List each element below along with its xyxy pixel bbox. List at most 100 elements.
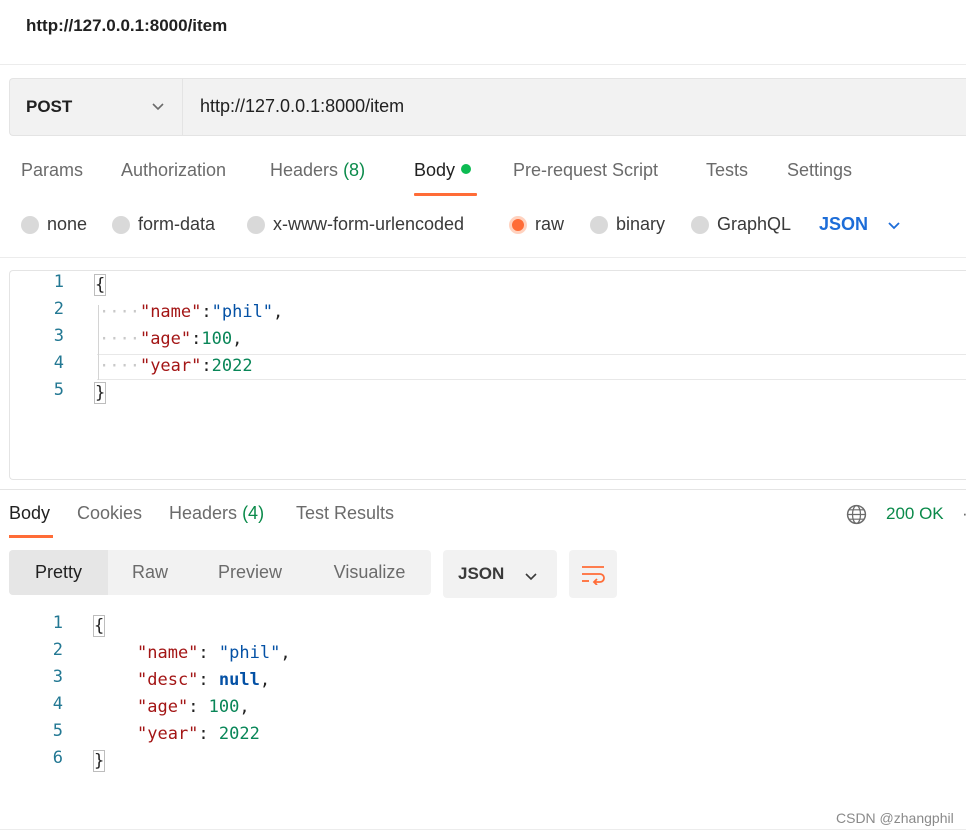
code-line: } xyxy=(92,748,106,775)
active-tab-indicator xyxy=(9,535,53,538)
divider xyxy=(0,64,966,65)
radio-graphql-label: GraphQL xyxy=(717,214,792,234)
line-number: 4 xyxy=(52,694,63,714)
radio-dot xyxy=(590,215,608,234)
url-bar: POST http://127.0.0.1:8000/item xyxy=(9,78,966,136)
radio-raw-label: raw xyxy=(535,214,565,234)
resp-tab-cookies[interactable]: Cookies xyxy=(77,503,142,524)
resp-tab-headers-label: Headers xyxy=(169,503,238,523)
tab-tests[interactable]: Tests xyxy=(706,160,748,181)
json-key: "age" xyxy=(137,697,189,717)
radio-urlencoded[interactable]: x-www-form-urlencoded xyxy=(247,214,464,235)
radio-dot xyxy=(691,215,709,234)
tab-params[interactable]: Params xyxy=(21,160,83,181)
method-select[interactable]: POST xyxy=(10,79,183,135)
json-value: 100 xyxy=(208,697,240,717)
radio-none[interactable]: none xyxy=(21,214,87,235)
code-line: "age": 100, xyxy=(137,697,250,717)
line-number: 5 xyxy=(53,380,64,400)
status-code[interactable]: 200 OK xyxy=(886,504,944,524)
radio-dot-selected xyxy=(509,215,527,234)
divider xyxy=(0,829,966,830)
tab-headers-label: Headers xyxy=(270,160,339,180)
response-format-select[interactable]: JSON xyxy=(443,550,557,598)
json-key: "year" xyxy=(137,724,199,744)
watermark: CSDN @zhangphil xyxy=(836,810,954,826)
code-line: "name": "phil", xyxy=(137,643,291,663)
code-line: { xyxy=(93,272,107,299)
resp-tab-headers[interactable]: Headers (4) xyxy=(169,503,264,524)
active-tab-indicator xyxy=(414,193,477,196)
line-number: 5 xyxy=(52,721,63,741)
radio-graphql[interactable]: GraphQL xyxy=(691,214,791,235)
chevron-down-icon xyxy=(888,221,900,229)
json-value: 100 xyxy=(201,329,233,349)
json-key: "age" xyxy=(139,329,192,349)
divider xyxy=(0,257,966,258)
radio-dot xyxy=(247,215,265,234)
view-visualize[interactable]: Visualize xyxy=(308,550,431,595)
line-number: 3 xyxy=(52,667,63,687)
line-number: 3 xyxy=(53,326,64,346)
globe-icon[interactable] xyxy=(846,504,867,525)
raw-format-label: JSON xyxy=(819,214,869,234)
tab-body[interactable]: Body xyxy=(414,160,472,181)
code-line: ····"year":2022 xyxy=(99,356,253,376)
close-brace: } xyxy=(93,382,107,404)
line-number: 4 xyxy=(53,353,64,373)
open-brace: { xyxy=(93,274,107,296)
open-brace: { xyxy=(92,615,106,637)
radio-none-label: none xyxy=(47,214,88,234)
code-line: { xyxy=(92,613,106,640)
json-key: "year" xyxy=(139,356,202,376)
view-pretty[interactable]: Pretty xyxy=(9,550,108,595)
line-number: 6 xyxy=(52,748,63,768)
view-raw[interactable]: Raw xyxy=(108,550,192,595)
radio-dot xyxy=(112,215,130,234)
line-number: 1 xyxy=(53,272,64,292)
method-label: POST xyxy=(26,97,73,116)
response-format-label: JSON xyxy=(458,564,505,583)
json-value: "phil" xyxy=(218,643,281,663)
tab-headers[interactable]: Headers (8) xyxy=(270,160,365,181)
radio-raw[interactable]: raw xyxy=(509,214,564,235)
resp-tab-headers-count: (4) xyxy=(242,503,265,523)
wrap-lines-button[interactable] xyxy=(569,550,617,598)
json-key: "name" xyxy=(139,302,202,322)
raw-format-select[interactable]: JSON xyxy=(819,214,902,235)
chevron-down-icon xyxy=(525,573,537,581)
request-title: http://127.0.0.1:8000/item xyxy=(26,16,228,35)
response-body-viewer[interactable]: 1 2 3 4 5 6 { "name": "phil", "desc": nu… xyxy=(0,610,966,780)
status-overflow-mark: · xyxy=(962,504,966,524)
radio-form-data[interactable]: form-data xyxy=(112,214,215,235)
radio-binary[interactable]: binary xyxy=(590,214,665,235)
request-body-editor[interactable]: 1 2 3 4 5 { ····"name":"phil", ····"age"… xyxy=(9,270,966,480)
line-number: 2 xyxy=(52,640,63,660)
chevron-down-icon xyxy=(152,103,164,111)
json-value: 2022 xyxy=(211,356,253,376)
tab-authorization[interactable]: Authorization xyxy=(121,160,226,181)
wrap-lines-icon xyxy=(582,566,605,585)
resp-tab-test-results[interactable]: Test Results xyxy=(296,503,394,524)
line-number: 1 xyxy=(52,613,63,633)
json-value: 2022 xyxy=(218,724,260,744)
view-preview[interactable]: Preview xyxy=(192,550,308,595)
tab-headers-count: (8) xyxy=(343,160,366,180)
code-line: "desc": null, xyxy=(137,670,271,690)
line-number: 2 xyxy=(53,299,64,319)
divider xyxy=(0,489,966,490)
radio-urlencoded-label: x-www-form-urlencoded xyxy=(273,214,465,234)
code-line: ····"name":"phil", xyxy=(99,302,284,322)
tab-prerequest-script[interactable]: Pre-request Script xyxy=(513,160,658,181)
json-key: "name" xyxy=(137,643,199,663)
json-value: null xyxy=(218,670,260,690)
tab-body-label: Body xyxy=(414,160,456,180)
radio-dot xyxy=(21,215,39,234)
tab-settings[interactable]: Settings xyxy=(787,160,852,181)
close-brace: } xyxy=(92,750,106,772)
view-mode-segmented: Pretty Raw Preview Visualize xyxy=(9,550,431,595)
radio-binary-label: binary xyxy=(616,214,666,234)
radio-form-data-label: form-data xyxy=(138,214,216,234)
resp-tab-body[interactable]: Body xyxy=(9,503,50,524)
url-input[interactable]: http://127.0.0.1:8000/item xyxy=(200,96,404,117)
